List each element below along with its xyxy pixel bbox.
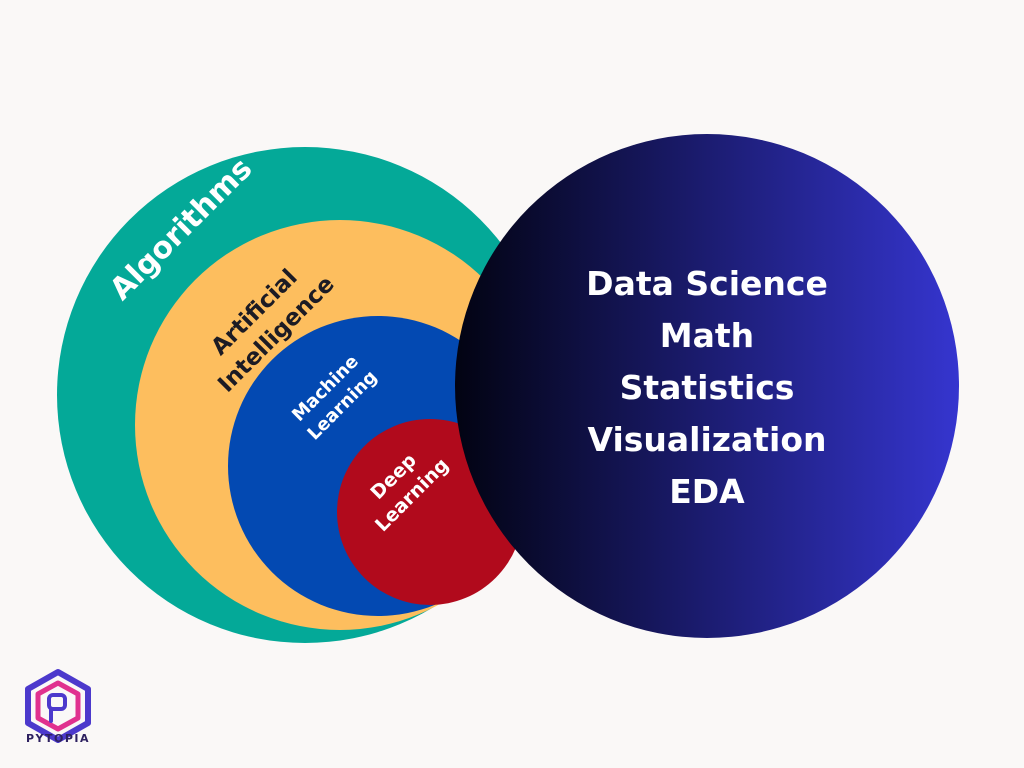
nested-circles-diagram: Algorithms Artificial Intelligence Machi… — [57, 134, 959, 643]
math-topic: Math — [659, 316, 755, 355]
statistics-topic: Statistics — [619, 368, 795, 407]
eda-topic: EDA — [669, 472, 745, 511]
pytopia-logo-text: PYTOPIA — [25, 732, 91, 745]
visualization-topic: Visualization — [587, 420, 827, 459]
data-science-topic: Data Science — [586, 264, 828, 303]
data-science-topics-list: Data Science Math Statistics Visualizati… — [566, 258, 848, 518]
